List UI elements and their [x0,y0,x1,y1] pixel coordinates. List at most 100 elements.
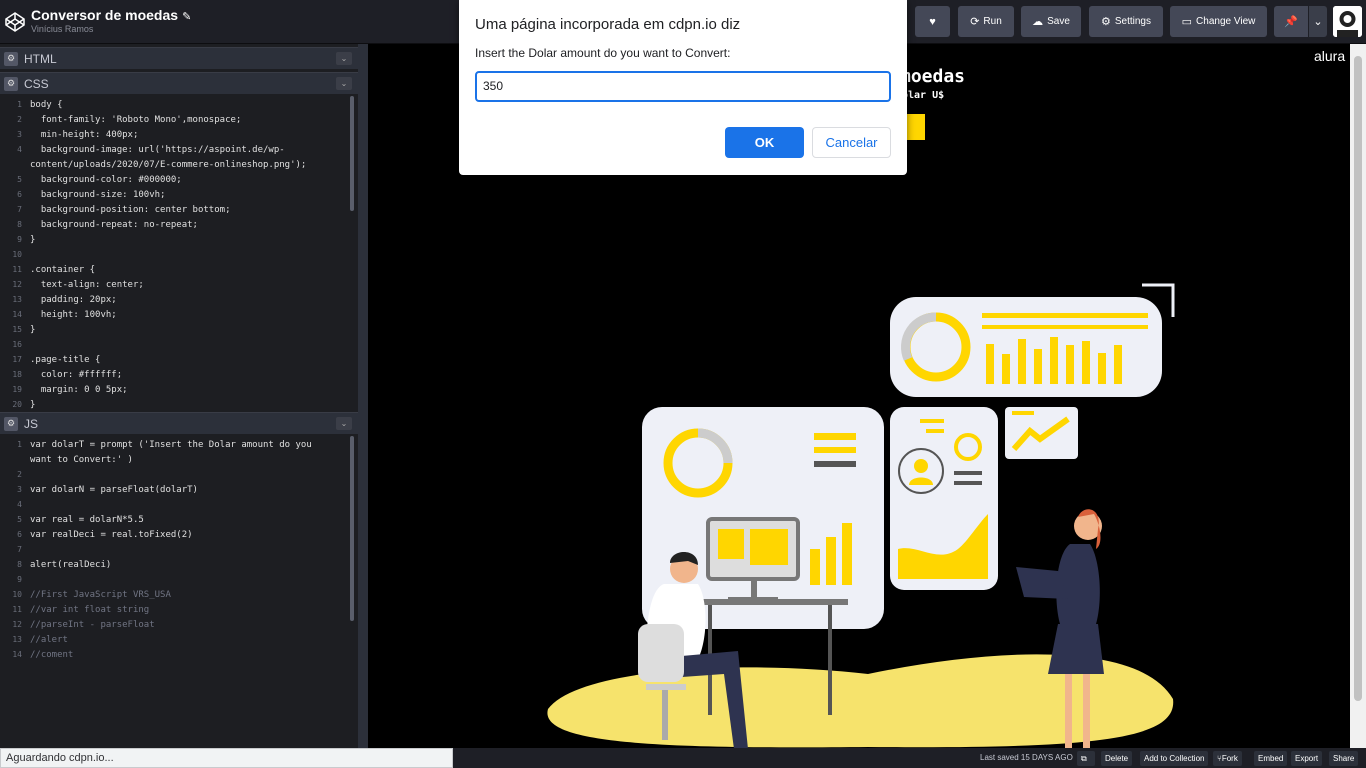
code-line: min-height: 400px; [30,130,139,140]
code-line: background-image: url('https://aspoint.d… [30,145,285,155]
code-line: font-family: 'Roboto Mono',monospace; [30,115,242,125]
line-number: 4 [17,500,22,509]
line-number: 8 [17,560,22,569]
refresh-icon: ⟳ [970,16,980,28]
prompt-dialog: Uma página incorporada em cdpn.io diz In… [459,0,907,175]
chevron-down-icon: ⌄ [1313,16,1323,28]
ecommerce-illustration [547,283,1175,748]
line-number: 19 [12,385,22,394]
line-number: 7 [17,545,22,554]
pen-title-text: Conversor de moedas [31,7,179,23]
change-view-button[interactable]: ▭ Change View [1170,6,1267,37]
pin-icon: 📌 [1284,16,1298,28]
html-panel-title: HTML [24,51,57,66]
pin-button[interactable]: 📌 [1274,6,1308,37]
line-number: 15 [12,325,22,334]
preview-scrollbar[interactable] [1350,44,1366,748]
dialog-message: Insert the Dolar amount do you want to C… [475,46,731,60]
code-line: background-size: 100vh; [30,190,166,200]
dialog-title: Uma página incorporada em cdpn.io diz [475,16,741,33]
line-number: 6 [17,190,22,199]
fork-button[interactable]: ⑂ Fork [1213,751,1242,766]
line-number: 11 [12,605,22,614]
settings-label: Settings [1114,16,1151,27]
code-line: //coment [30,650,74,660]
css-panel-title: CSS [24,76,49,91]
like-button[interactable]: ♥ [915,6,950,37]
js-scrollbar[interactable] [350,436,354,621]
code-line: .container { [30,265,96,275]
cloud-icon: ☁ [1032,16,1044,28]
line-number: 1 [17,100,22,109]
gear-icon[interactable]: ⚙ [4,416,18,431]
pencil-icon[interactable]: ✎ [182,11,191,23]
preview-scrollbar-thumb[interactable] [1354,56,1362,701]
gear-icon[interactable]: ⚙ [4,76,18,91]
gear-icon[interactable]: ⚙ [4,51,18,66]
code-line: height: 100vh; [30,310,117,320]
chevron-down-icon[interactable]: ⌄ [336,417,352,430]
chevron-down-icon[interactable]: ⌄ [336,52,352,65]
line-number: 5 [17,175,22,184]
code-line: text-align: center; [30,280,144,290]
settings-button[interactable]: ⚙ Settings [1089,6,1163,37]
line-number: 13 [12,295,22,304]
save-button[interactable]: ☁ Save [1021,6,1081,37]
chevron-down-icon[interactable]: ⌄ [336,77,352,90]
line-number: 8 [17,220,22,229]
code-line: background-repeat: no-repeat; [30,220,198,230]
line-number: 6 [17,530,22,539]
pen-title[interactable]: Conversor de moedas ✎ [31,7,191,23]
panel-resize-handle[interactable] [358,44,368,748]
browser-status-text: Aguardando cdpn.io... [0,748,453,768]
css-code-editor[interactable]: 1 body { 2 font-family: 'Roboto Mono',mono… [0,95,358,409]
save-label: Save [1047,16,1070,27]
line-number: 4 [17,145,22,154]
change-view-label: Change View [1196,16,1256,27]
html-panel-header[interactable]: ⚙ HTML ⌄ [0,47,358,69]
avatar[interactable] [1333,6,1362,37]
fork-label: Fork [1221,754,1238,763]
js-panel-header[interactable]: ⚙ JS ⌄ [0,412,358,434]
pen-author[interactable]: Vinícius Ramos [31,24,93,34]
css-panel-header[interactable]: ⚙ CSS ⌄ [0,72,358,94]
share-button[interactable]: Share [1329,751,1359,766]
codepen-logo-icon[interactable] [4,11,26,33]
preview-subtitle: olar U$ [902,90,945,101]
line-number: 7 [17,205,22,214]
code-line: var dolarN = parseFloat(dolarT) [30,485,198,495]
delete-button[interactable]: Delete [1101,751,1133,766]
preview-page-title: moedas [900,66,966,87]
code-line: } [30,400,36,409]
line-number: 9 [17,235,22,244]
code-line: } [30,325,36,335]
export-button[interactable]: Export [1291,751,1323,766]
code-line: //parseInt - parseFloat [30,620,155,630]
code-line: //First JavaScript VRS_USA [30,590,171,600]
last-saved-text: Last saved 15 DAYS AGO [980,753,1073,762]
code-line: } [30,235,36,245]
code-line: //alert [30,635,68,645]
run-button[interactable]: ⟳ Run [958,6,1014,37]
add-to-collection-button[interactable]: Add to Collection [1140,751,1209,766]
line-number: 10 [12,590,22,599]
pin-menu-button[interactable]: ⌄ [1309,6,1327,37]
line-number: 14 [12,310,22,319]
line-number: 18 [12,370,22,379]
js-panel-title: JS [24,416,39,431]
line-number: 12 [12,280,22,289]
code-line: want to Convert:' ) [30,455,133,465]
embed-button[interactable]: Embed [1254,751,1288,766]
code-line: body { [30,100,63,110]
code-line: var realDeci = real.toFixed(2) [30,530,193,540]
line-number: 20 [12,400,22,409]
dialog-input[interactable]: 350 [475,71,891,102]
cancel-button[interactable]: Cancelar [812,127,891,158]
line-number: 2 [17,115,22,124]
external-link-icon[interactable]: ⧉ [1077,751,1095,766]
line-number: 12 [12,620,22,629]
js-code-editor[interactable]: 1 var dolarT = prompt ('Insert the Dolar … [0,435,358,748]
code-line: margin: 0 0 5px; [30,385,128,395]
ok-button[interactable]: OK [725,127,804,158]
css-scrollbar[interactable] [350,96,354,211]
